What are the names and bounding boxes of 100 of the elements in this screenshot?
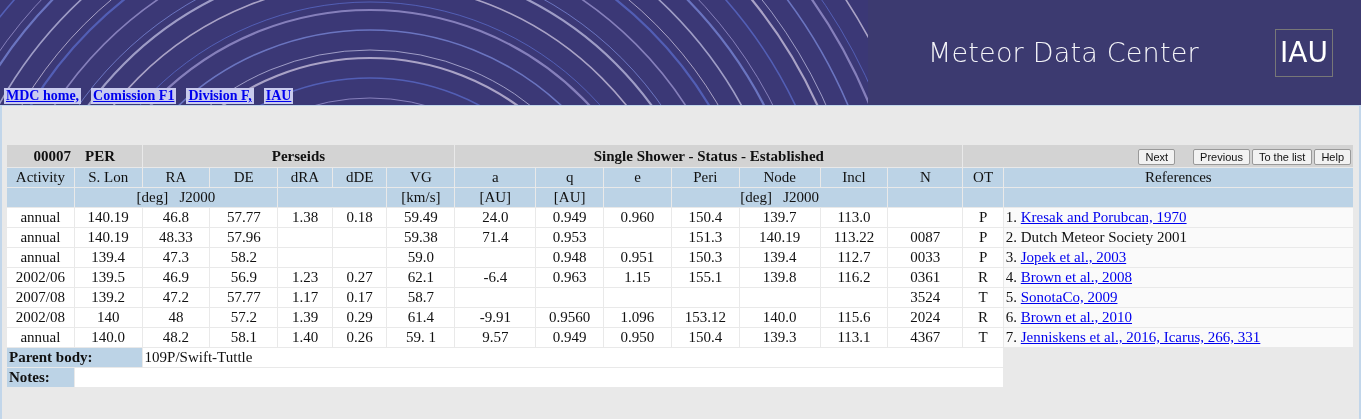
table-cell: 57.96 [210,228,278,247]
reference-link[interactable]: Jenniskens et al., 2016, Icarus, 266, 331 [1020,329,1261,345]
logo: IAU [1275,28,1333,77]
table-cell: 0087 [888,228,963,247]
table-cell: 2024 [888,308,963,327]
column-header: VG [387,168,455,187]
reference-link[interactable]: Jopek et al., 2003 [1020,249,1127,265]
reference-number: 2. [1005,229,1018,245]
table-cell: 0.948 [536,248,604,267]
table-cell: 0.963 [536,268,604,287]
table-cell: 56.9 [210,268,278,287]
table-cell: 4367 [888,328,963,347]
table-cell: 0361 [888,268,963,287]
reference-number: 6. [1005,309,1018,325]
table-cell: 59.49 [387,208,455,227]
table-cell: 46.8 [142,208,210,227]
table-cell: P [963,208,1003,227]
table-cell: 1.23 [278,268,332,287]
table-cell: 139.4 [74,248,142,267]
column-header: Node [739,168,820,187]
table-cell: 0.953 [536,228,604,247]
nav-link[interactable]: IAU [263,88,294,104]
nav-button[interactable]: Previous [1193,148,1250,165]
table-cell: 0.950 [604,328,671,347]
table-cell: 1.38 [278,208,332,227]
table-cell: 139.7 [739,208,820,227]
table-cell: 2007/08 [7,288,74,307]
field-value: 109P/Swift-Tuttle [142,348,1003,367]
table-cell: T [963,328,1003,347]
table-cell: 3524 [888,288,963,307]
table-cell: -9.91 [455,308,536,327]
table-cell: 116.2 [820,268,888,287]
reference-link[interactable]: Kresak and Porubcan, 1970 [1020,209,1187,225]
field-label: Notes: [7,368,74,387]
table-cell: 2002/06 [7,268,74,287]
site-title: Meteor Data Center [928,37,1199,68]
column-header: N [888,168,963,187]
table-cell: 140.19 [74,228,142,247]
reference-link[interactable]: Brown et al., 2010 [1020,309,1132,325]
reference-text: Dutch Meteor Society 2001 [1020,229,1187,245]
table-cell: annual [7,248,74,267]
reference-number: 4. [1005,269,1018,285]
column-header: e [604,168,671,187]
table-cell: 59. 1 [387,328,455,347]
table-cell: 61.4 [387,308,455,327]
table-cell: 48 [142,308,210,327]
table-cell: 115.6 [820,308,888,327]
table-cell: 151.3 [671,228,739,247]
table-cell: 58.2 [210,248,278,267]
table-cell: 139.2 [74,288,142,307]
table-cell: 47.3 [142,248,210,267]
table-cell: 59.38 [387,228,455,247]
table-cell: R [963,268,1003,287]
table-cell: P [963,248,1003,267]
unit-label: [km/s] [387,188,455,207]
table-cell: 9.57 [455,328,536,347]
table-cell: 47.2 [142,288,210,307]
unit-label: [AU] [536,188,604,207]
nav-link[interactable]: Division F, [186,88,254,104]
nav-button[interactable]: Help [1314,148,1351,165]
table-cell: 140.0 [739,308,820,327]
table-cell: 48.33 [142,228,210,247]
unit-label: [AU] [455,188,536,207]
table-cell: 0.960 [604,208,671,227]
column-header: Peri [671,168,739,187]
table-cell: annual [7,328,74,347]
nav-button[interactable]: Next [1138,148,1176,165]
table-cell: 0033 [888,248,963,267]
table-cell: 150.4 [671,328,739,347]
table-cell: 150.4 [671,208,739,227]
table-cell: annual [7,228,74,247]
reference-link[interactable]: SonotaCo, 2009 [1020,289,1118,305]
unit-label: [deg] J2000 [74,188,278,207]
table-cell: 113.1 [820,328,888,347]
reference-link[interactable]: Brown et al., 2008 [1020,269,1132,285]
table-cell: 0.26 [332,328,387,347]
reference-number: 7. [1005,329,1018,345]
table-cell: 46.9 [142,268,210,287]
table-cell: 1.096 [604,308,671,327]
table-cell: 140.0 [74,328,142,347]
column-header: Incl [820,168,888,187]
table-cell: 59.0 [387,248,455,267]
shower-name: Perseids [142,145,455,167]
column-header: S. Lon [74,168,142,187]
table-cell: 57.77 [210,288,278,307]
table-cell: -6.4 [455,268,536,287]
table-cell: 139.3 [739,328,820,347]
table-cell: 1.40 [278,328,332,347]
nav-link[interactable]: Comission F1 [91,88,177,104]
table-cell: 2002/08 [7,308,74,327]
table-cell: 0.18 [332,208,387,227]
table-cell: P [963,228,1003,247]
table-cell: 0.29 [332,308,387,327]
reference-number: 1. [1005,209,1018,225]
column-header: OT [963,168,1003,187]
unit-label: [deg] J2000 [671,188,888,207]
table-cell: R [963,308,1003,327]
table-cell: 58.7 [387,288,455,307]
nav-button[interactable]: To the list [1251,148,1313,165]
nav-link[interactable]: MDC home, [4,88,82,104]
